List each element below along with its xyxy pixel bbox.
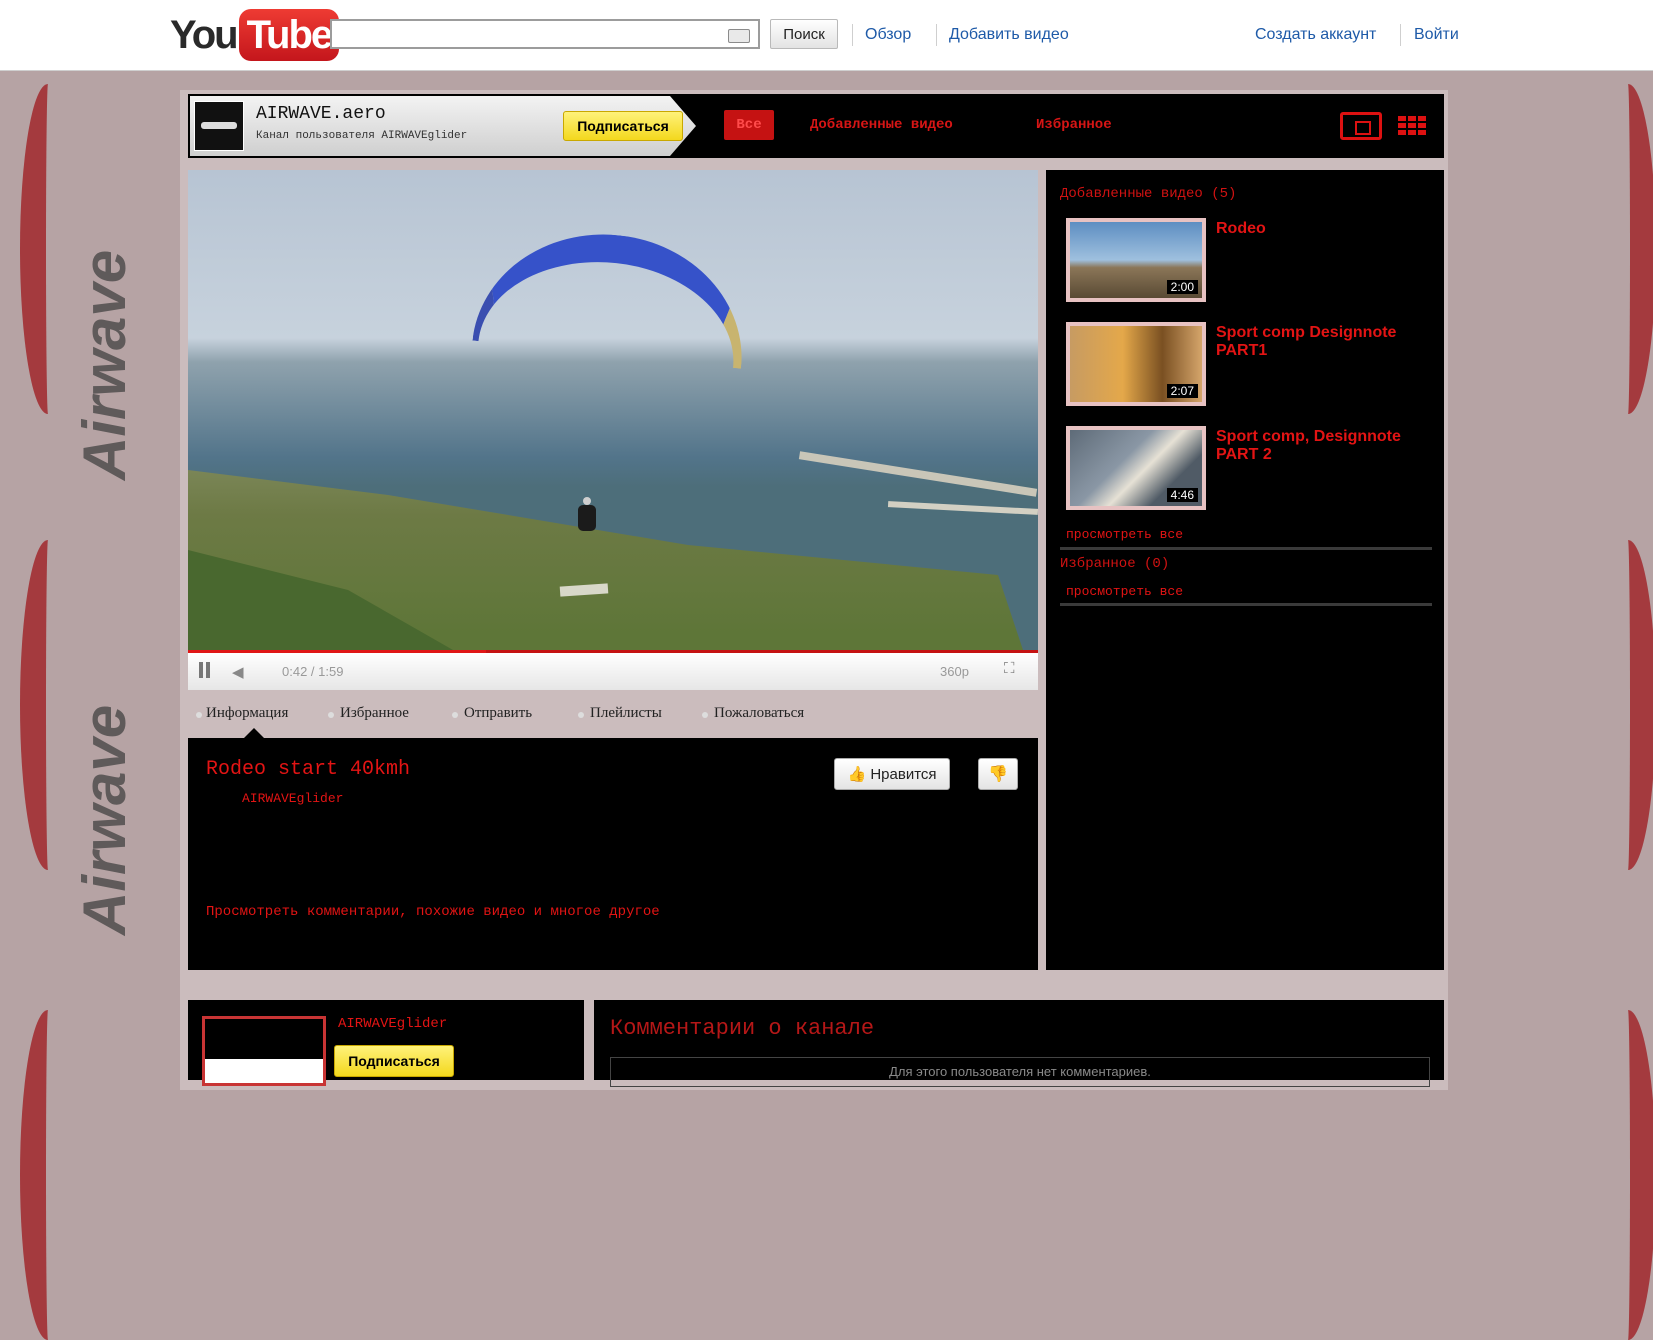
dislike-button[interactable]: 👎 [978,758,1018,790]
youtube-logo[interactable]: You Tube [170,8,340,62]
player-view-icon[interactable] [1340,112,1382,140]
avatar-logo-icon [201,122,237,129]
fullscreen-icon[interactable]: ⛶ [1004,660,1024,678]
upload-video-link[interactable]: Добавить видео [949,26,1069,44]
browse-link[interactable]: Обзор [865,26,911,44]
tab-bullet-icon [328,712,334,718]
sidebar-video-title[interactable]: Sport comp Designnote PART1 [1216,324,1426,360]
tab-report[interactable]: Пожаловаться [714,705,804,722]
divider [1060,547,1432,550]
airwave-swoosh-icon [20,1010,76,1340]
video-title: Rodeo start 40kmh [206,758,411,781]
logo-you-text: You [170,12,239,57]
divider [852,24,853,46]
profile-subscribe-button[interactable]: Подписаться [334,1045,454,1077]
subscribe-button[interactable]: Подписаться [563,111,683,141]
video-duration: 4:46 [1166,488,1198,502]
video-thumbnail[interactable]: 2:07 [1066,322,1206,406]
tab-bullet-icon [452,712,458,718]
logo-tube-text: Tube [238,9,340,61]
progress-bar[interactable] [188,650,486,653]
tab-pointer [244,728,264,738]
search-input[interactable] [332,21,724,47]
video-duration: 2:07 [1166,384,1198,398]
tab-info[interactable]: Информация [206,705,288,722]
video-thumbnail[interactable]: 4:46 [1066,426,1206,510]
airwave-swoosh-icon [1600,84,1653,414]
tab-bullet-icon [702,712,708,718]
paraglider-wing [472,221,754,369]
like-label: Нравится [870,766,937,783]
quality-selector[interactable]: 360p [940,664,969,679]
comments-empty-text: Для этого пользователя нет комментариев. [610,1057,1430,1087]
tab-favorite[interactable]: Избранное [340,705,409,722]
airwave-brand-text: Airwave [71,704,138,935]
more-details-link[interactable]: Просмотреть комментарии, похожие видео и… [206,904,660,920]
search-box [330,19,760,49]
video-duration: 2:00 [1166,280,1198,294]
view-all-favorites-link[interactable]: просмотреть все [1066,584,1183,599]
like-button[interactable]: 👍 Нравится [834,758,950,790]
profile-avatar[interactable] [202,1016,326,1086]
search-button[interactable]: Поиск [770,19,838,49]
tab-bullet-icon [196,712,202,718]
airwave-swoosh-icon [20,540,76,870]
airwave-brand-text: Airwave [71,249,138,480]
paraglider-pilot [578,497,596,531]
channel-name: AIRWAVE.aero [256,104,386,124]
thumb-down-icon: 👎 [988,766,1008,783]
time-display: 0:42 / 1:59 [282,664,344,679]
tab-favorites[interactable]: Избранное [1036,117,1112,133]
grid-view-icon[interactable] [1398,112,1428,140]
comments-title: Комментарии о канале [610,1016,875,1041]
tab-bullet-icon [578,712,584,718]
create-account-link[interactable]: Создать аккаунт [1255,26,1376,44]
video-scene-pier [887,501,1038,515]
video-author-link[interactable]: AIRWAVEglider [242,791,343,806]
tab-uploads[interactable]: Добавленные видео [810,117,953,133]
tab-all[interactable]: Все [724,110,774,140]
uploads-heading[interactable]: Добавленные видео (5) [1060,186,1236,202]
view-all-uploads-link[interactable]: просмотреть все [1066,527,1183,542]
divider [1060,603,1432,606]
volume-icon[interactable]: ◀ [232,663,244,681]
youtube-header: You Tube Поиск Обзор Добавить видео Созд… [0,0,1653,71]
favorites-heading[interactable]: Избранное (0) [1060,556,1169,572]
divider [936,24,937,46]
video-frame[interactable] [188,170,1038,650]
channel-avatar[interactable] [194,101,244,151]
tab-share[interactable]: Отправить [464,705,532,722]
video-thumbnail[interactable]: 2:00 [1066,218,1206,302]
thumb-up-icon: 👍 [847,766,871,783]
channel-subtitle: Канал пользователя AIRWAVEglider [256,130,468,142]
pause-icon[interactable] [197,662,211,678]
tab-playlists[interactable]: Плейлисты [590,705,662,722]
video-scene-pier [798,451,1038,497]
profile-name-link[interactable]: AIRWAVEglider [338,1016,447,1032]
divider [1400,24,1401,46]
sidebar-video-title[interactable]: Sport comp, Designnote PART 2 [1216,428,1426,464]
airwave-swoosh-icon [1600,540,1653,870]
sign-in-link[interactable]: Войти [1414,26,1459,44]
airwave-swoosh-icon [20,84,76,414]
airwave-swoosh-icon [1600,1010,1653,1340]
sidebar-video-title[interactable]: Rodeo [1216,220,1426,238]
keyboard-icon[interactable] [728,29,750,43]
